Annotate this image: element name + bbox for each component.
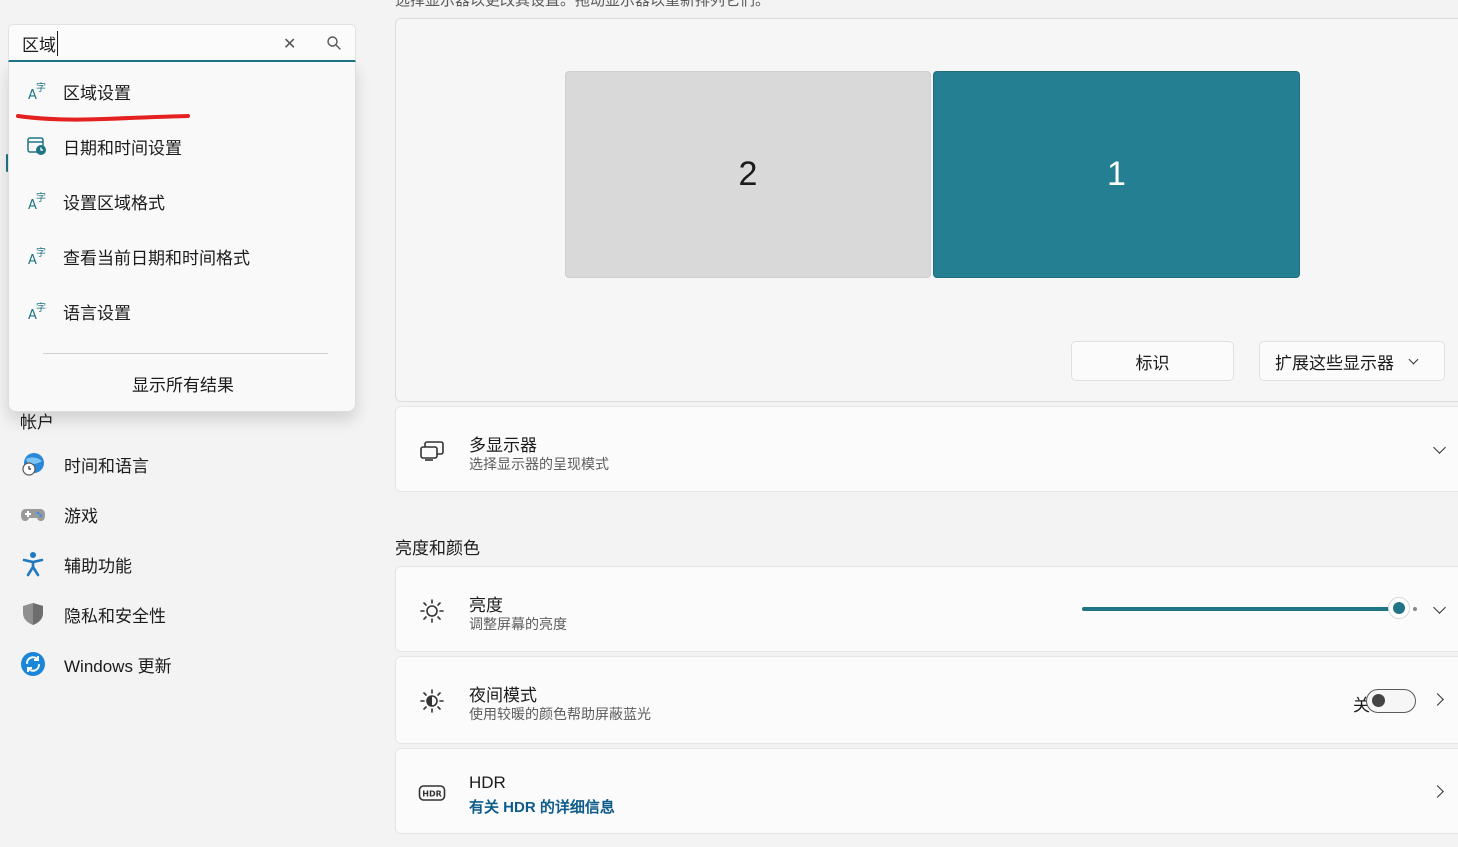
settings-search-box[interactable]: 区域 ✕ — [8, 24, 356, 62]
chevron-down-icon[interactable] — [1433, 441, 1446, 454]
svg-text:字: 字 — [36, 301, 46, 314]
search-icon[interactable] — [326, 35, 342, 56]
svg-text:字: 字 — [36, 191, 46, 204]
show-all-results-link[interactable]: 显示所有结果 — [9, 371, 357, 396]
chevron-down-icon[interactable] — [1433, 601, 1446, 614]
sidebar-item-label: Windows 更新 — [64, 656, 172, 676]
monitor-number: 1 — [1107, 155, 1126, 193]
brightness-card[interactable]: 亮度 调整屏幕的亮度 — [395, 566, 1458, 652]
chevron-right-icon[interactable] — [1431, 785, 1444, 798]
night-light-card[interactable]: 夜间模式 使用较暖的颜色帮助屏蔽蓝光 关 — [395, 656, 1458, 744]
result-label: 日期和时间设置 — [63, 138, 182, 158]
update-icon — [20, 651, 46, 677]
sidebar-item-label: 时间和语言 — [64, 456, 149, 476]
svg-text:字: 字 — [36, 246, 46, 259]
search-result-item[interactable]: A字 查看当前日期和时间格式 — [25, 241, 250, 271]
multiple-displays-card[interactable]: 多显示器 选择显示器的呈现模式 — [395, 406, 1458, 492]
close-icon[interactable]: ✕ — [283, 34, 296, 54]
monitor-1[interactable]: 1 — [933, 71, 1300, 278]
hdr-card[interactable]: HDR HDR 有关 HDR 的详细信息 — [395, 748, 1458, 834]
result-label: 区域设置 — [63, 83, 131, 103]
language-icon: A字 — [25, 79, 49, 103]
result-label: 语言设置 — [63, 303, 131, 323]
monitor-2[interactable]: 2 — [565, 71, 931, 278]
search-result-item[interactable]: A字 语言设置 — [25, 296, 131, 326]
sidebar-item-privacy[interactable]: 隐私和安全性 — [20, 599, 166, 629]
sidebar-item-accessibility[interactable]: 辅助功能 — [20, 549, 132, 579]
sidebar-item-windows-update[interactable]: Windows 更新 — [20, 649, 172, 679]
extend-displays-dropdown[interactable]: 扩展这些显示器 — [1259, 341, 1445, 381]
card-title: HDR — [469, 773, 506, 792]
chevron-right-icon[interactable] — [1431, 693, 1444, 706]
language-icon: A字 — [25, 244, 49, 268]
search-result-item[interactable]: 日期和时间设置 — [25, 131, 182, 161]
card-subtitle: 使用较暖的颜色帮助屏蔽蓝光 — [469, 706, 651, 722]
identify-button[interactable]: 标识 — [1071, 341, 1234, 381]
hdr-info-link[interactable]: 有关 HDR 的详细信息 — [469, 796, 615, 817]
card-subtitle: 调整屏幕的亮度 — [469, 616, 567, 632]
brightness-slider-fill[interactable] — [1082, 607, 1402, 611]
sidebar-item-gaming[interactable]: 游戏 — [20, 499, 98, 529]
sidebar-item-label: 游戏 — [64, 506, 98, 526]
card-title: 夜间模式 — [469, 686, 537, 705]
sidebar-item-time-language[interactable]: 时间和语言 — [20, 449, 149, 479]
brightness-slider-thumb[interactable] — [1388, 597, 1410, 619]
sidebar-item-label: 隐私和安全性 — [64, 606, 166, 626]
globe-clock-icon — [20, 451, 46, 477]
language-icon: A字 — [25, 189, 49, 213]
hdr-icon: HDR — [418, 779, 446, 807]
display-arrangement-panel: 2 1 标识 扩展这些显示器 — [395, 18, 1458, 402]
card-title: 多显示器 — [469, 436, 537, 455]
arrange-instruction: 选择显示器以更改其设置。拖动显示器以重新排列它们。 — [395, 0, 771, 9]
svg-text:HDR: HDR — [422, 790, 442, 799]
shield-icon — [20, 601, 46, 627]
red-underline-annotation — [16, 114, 190, 122]
chevron-down-icon — [1408, 354, 1419, 364]
section-heading-brightness: 亮度和颜色 — [395, 539, 480, 558]
language-icon: A字 — [25, 299, 49, 323]
date-time-icon — [25, 134, 49, 158]
accessibility-icon — [20, 551, 46, 577]
extend-label: 扩展这些显示器 — [1275, 353, 1394, 373]
multi-monitor-icon — [418, 437, 446, 465]
brightness-slider-rest[interactable] — [1413, 607, 1417, 611]
result-label: 设置区域格式 — [63, 193, 165, 213]
search-result-item[interactable]: A字 区域设置 — [25, 76, 131, 106]
card-title: 亮度 — [469, 596, 503, 615]
divider — [43, 353, 328, 354]
card-subtitle: 选择显示器的呈现模式 — [469, 456, 609, 472]
night-light-toggle[interactable] — [1366, 689, 1416, 713]
sidebar-item-label: 辅助功能 — [64, 556, 132, 576]
search-result-item[interactable]: A字 设置区域格式 — [25, 186, 165, 216]
monitor-number: 2 — [738, 155, 758, 193]
result-label: 查看当前日期和时间格式 — [63, 248, 250, 268]
night-light-icon — [418, 687, 446, 715]
gamepad-icon — [20, 501, 46, 527]
svg-text:字: 字 — [36, 81, 46, 94]
identify-label: 标识 — [1135, 353, 1170, 373]
sun-icon — [418, 597, 446, 625]
search-input[interactable]: 区域 — [22, 31, 58, 56]
